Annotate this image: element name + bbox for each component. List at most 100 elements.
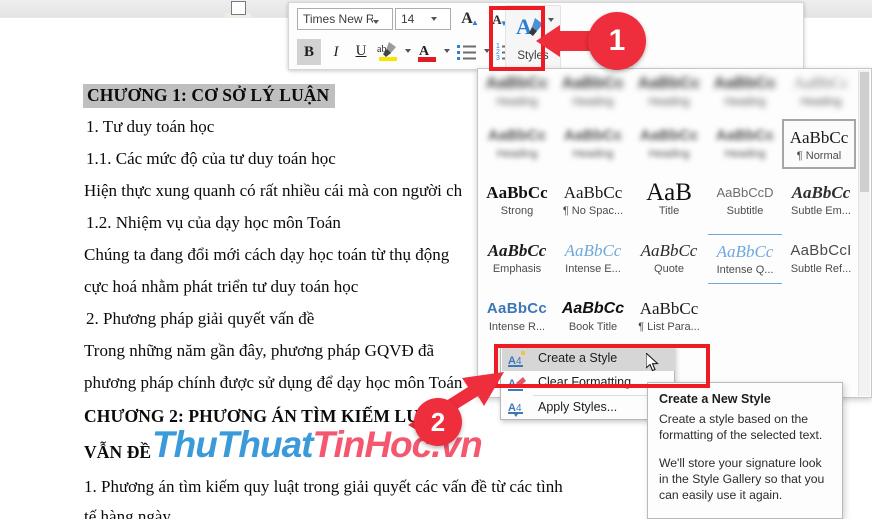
gallery-style-item-list-paragraph[interactable]: AaBbCc ¶ List Para... — [632, 292, 706, 342]
word-document-screenshot: CHƯƠNG 1: CƠ SỞ LÝ LUẬN 1. Tư duy toán h… — [0, 0, 872, 519]
gallery-style-preview: AaBbCc — [561, 75, 625, 92]
styles-chevron-down-icon[interactable] — [548, 18, 554, 22]
gallery-style-name: Book Title — [568, 321, 618, 333]
gallery-style-name: Heading — [496, 148, 538, 160]
gallery-style-name: Heading — [572, 96, 614, 108]
bold-label: B — [303, 44, 314, 60]
gallery-style-item-subtitle[interactable]: AaBbCcD Subtitle — [708, 176, 782, 226]
gallery-style-item[interactable]: AaBbCc Heading — [784, 67, 858, 117]
gallery-style-item[interactable]: AaBbCc Heading — [556, 119, 630, 169]
gallery-style-item-intense-emphasis[interactable]: AaBbCc Intense E... — [556, 234, 630, 284]
gallery-style-item-subtle-reference[interactable]: AaBbCcI Subtle Ref... — [784, 234, 858, 284]
apply-styles-icon: A 4 — [508, 399, 528, 417]
caret-up-icon: ▲ — [471, 18, 479, 27]
font-name-value: Times New Ro — [303, 12, 373, 26]
gallery-style-item[interactable]: AaBbCc Heading — [632, 119, 706, 169]
tooltip-paragraph-2: We'll store your signature look in the S… — [659, 456, 825, 502]
tooltip-paragraph-1: Create a style based on the formatting o… — [659, 412, 823, 442]
annotation-badge-1: 1 — [588, 12, 646, 70]
gallery-style-preview: AaBbCc — [486, 183, 548, 202]
gallery-style-item-subtle-emphasis[interactable]: AaBbCc Subtle Em... — [784, 176, 858, 226]
gallery-style-item[interactable]: AaBbCc Heading — [708, 119, 782, 169]
chevron-down-icon[interactable] — [373, 19, 379, 24]
gallery-style-item-intense-reference[interactable]: AaBbCc Intense R... — [480, 292, 554, 342]
gallery-style-preview: AaBbCc — [563, 127, 623, 144]
gallery-style-preview: AaBbCc — [487, 241, 547, 260]
chevron-down-icon[interactable] — [431, 16, 437, 21]
gallery-style-item-no-spacing[interactable]: AaBbCc ¶ No Spac... — [556, 176, 630, 226]
annotation-highlight-create-a-style — [494, 344, 710, 388]
gallery-style-preview: AaBbCcD — [716, 185, 774, 200]
text-highlight-icon[interactable]: ab — [375, 39, 401, 65]
font-size-value: 14 — [401, 12, 415, 26]
gallery-style-item[interactable]: AaBbCc Heading — [708, 67, 782, 117]
font-color-chevron-down-icon[interactable] — [444, 49, 450, 53]
gallery-style-name: Heading — [724, 96, 766, 108]
gallery-style-name: Heading — [648, 148, 690, 160]
doc-line-6: cực hoá nhằm phát triển tư duy toán học — [84, 277, 359, 296]
gallery-style-item[interactable]: AaBbCc Heading — [632, 67, 706, 117]
indent-marker[interactable] — [231, 1, 246, 15]
font-color-icon[interactable]: A — [415, 39, 439, 65]
gallery-scrollbar-thumb[interactable] — [860, 72, 869, 192]
gallery-row: AaBbCc Emphasis AaBbCc Intense E... AaBbCc… — [480, 234, 860, 286]
gallery-style-preview: AaBbCc — [561, 300, 625, 317]
doc-heading-chuong-2-cont: VẪN ĐỀ — [84, 442, 152, 462]
gallery-style-name: Heading — [648, 96, 690, 108]
gallery-style-name: Subtle Em... — [791, 205, 851, 217]
gallery-style-name: ¶ List Para... — [638, 321, 700, 333]
gallery-style-preview: AaBbCc — [639, 127, 699, 144]
gallery-style-item-quote[interactable]: AaBbCc Quote — [632, 234, 706, 284]
gallery-style-item-emphasis[interactable]: AaBbCc Emphasis — [480, 234, 554, 284]
gallery-style-name: Intense Q... — [716, 264, 774, 276]
gallery-row: AaBbCc Heading AaBbCc Heading AaBbCc Headin… — [480, 119, 860, 171]
font-size-combobox[interactable]: 14 — [395, 8, 451, 30]
gallery-style-item-title[interactable]: AaB Title — [632, 176, 706, 226]
gallery-row: AaBbCc Heading AaBbCc Heading AaBbCc Headin… — [480, 67, 860, 119]
gallery-style-name: ¶ Normal — [796, 150, 842, 162]
gallery-row: AaBbCc Intense R... AaBbCc Book Title AaBb… — [480, 292, 860, 344]
italic-label: I — [333, 44, 339, 60]
annotation-badge-2: 2 — [414, 398, 462, 446]
gallery-style-preview: AaBbCc — [486, 300, 548, 317]
gallery-style-name: Intense R... — [488, 321, 546, 333]
gallery-style-name: Heading — [572, 148, 614, 160]
doc-line-11: tế hàng ngày — [84, 507, 171, 519]
gallery-style-name: Heading — [724, 148, 766, 160]
gallery-style-name: Emphasis — [492, 263, 542, 275]
gallery-style-preview: AaBbCcI — [790, 242, 852, 259]
gallery-scrollbar[interactable] — [858, 70, 870, 396]
gallery-style-name: Heading — [800, 96, 842, 108]
gallery-style-item-normal[interactable]: AaBbCc ¶ Normal — [782, 119, 856, 169]
gallery-style-preview: AaBbCc — [639, 299, 699, 318]
gallery-style-item[interactable]: AaBbCc Heading — [556, 67, 630, 117]
highlight-chevron-down-icon[interactable] — [405, 49, 411, 53]
gallery-style-preview: AaB — [646, 181, 692, 205]
gallery-style-preview: AaBbCc — [563, 183, 623, 202]
gallery-style-name: Subtitle — [726, 205, 764, 217]
gallery-style-name: Intense E... — [565, 263, 621, 275]
gallery-style-name: Strong — [500, 205, 534, 217]
bullet-list-icon[interactable] — [455, 39, 479, 65]
gallery-style-item-intense-quote[interactable]: AaBbCc Intense Q... — [708, 234, 782, 284]
gallery-style-preview: AaBbCc — [640, 241, 698, 260]
underline-button[interactable]: U — [350, 39, 372, 65]
gallery-style-preview: AaBbCc — [789, 128, 849, 147]
gallery-style-item-strong[interactable]: AaBbCc Strong — [480, 176, 554, 226]
italic-button[interactable]: I — [325, 39, 347, 65]
gallery-style-preview: AaBbCc — [485, 75, 549, 92]
gallery-style-preview: AaBbCc — [715, 127, 775, 144]
gallery-style-item-book-title[interactable]: AaBbCc Book Title — [556, 292, 630, 342]
gallery-row: AaBbCc Strong AaBbCc ¶ No Spac... AaB Title… — [480, 176, 860, 228]
gallery-style-preview: AaBbCc — [637, 75, 701, 92]
gallery-style-preview: AaBbCc — [793, 75, 849, 92]
gallery-style-item[interactable]: AaBbCc Heading — [480, 67, 554, 117]
gallery-style-name: Title — [658, 205, 680, 217]
tooltip-create-a-new-style: Create a New Style Create a style based … — [647, 382, 843, 519]
font-name-combobox[interactable]: Times New Ro — [297, 8, 393, 30]
gallery-style-name: Quote — [654, 263, 684, 275]
bold-button[interactable]: B — [297, 39, 321, 65]
tooltip-body: Create a style based on the formatting o… — [659, 411, 831, 503]
gallery-style-item[interactable]: AaBbCc Heading — [480, 119, 554, 169]
grow-font-button[interactable]: A ▲ — [455, 8, 479, 30]
